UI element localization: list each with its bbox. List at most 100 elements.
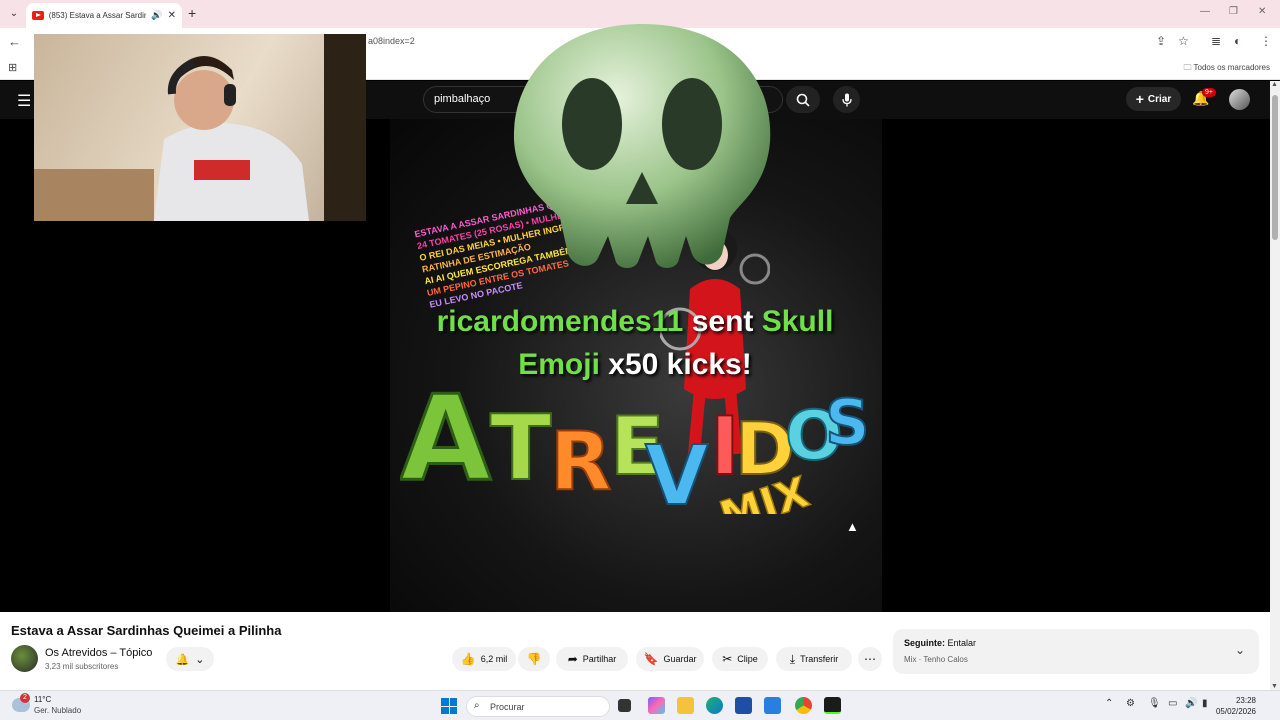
- task-view-icon[interactable]: [618, 699, 631, 712]
- download-icon: ⤓: [789, 651, 796, 666]
- menu-dots-icon[interactable]: ⋮: [1260, 34, 1272, 48]
- tray-mic-icon[interactable]: 🎙: [1148, 698, 1161, 709]
- like-button[interactable]: 👍 6,2 mil: [452, 647, 516, 671]
- microphone-button[interactable]: [833, 86, 860, 113]
- microphone-icon: [841, 93, 852, 107]
- taskbar-search-placeholder: Procurar: [490, 702, 525, 712]
- svg-text:R: R: [550, 415, 612, 508]
- maximize-icon[interactable]: ❐: [1229, 6, 1238, 17]
- chrome-icon[interactable]: [795, 697, 812, 714]
- copilot-icon[interactable]: [648, 697, 665, 714]
- speaker-icon[interactable]: 🔊: [151, 10, 162, 21]
- clip-label: Clipe: [737, 654, 758, 664]
- youtube-favicon-icon: [32, 11, 44, 20]
- file-explorer-icon[interactable]: [677, 697, 694, 714]
- taskbar-search-input[interactable]: ⌕ Procurar: [466, 696, 610, 717]
- more-dots-icon: ⋯: [864, 652, 876, 666]
- download-button[interactable]: ⤓ Transferir: [776, 647, 852, 671]
- screen: ⌄ (853) Estava a Assar Sardinha 🔊 ✕ + — …: [0, 0, 1280, 720]
- alert-item: Skull: [761, 305, 834, 338]
- clip-button[interactable]: ✂ Clipe: [712, 647, 768, 671]
- tab-title: (853) Estava a Assar Sardinha: [48, 11, 147, 20]
- kick-app-icon[interactable]: [824, 697, 841, 714]
- search-button[interactable]: [786, 86, 820, 113]
- share-icon: ➦: [567, 652, 578, 666]
- page-scrollbar[interactable]: ▲ ▼: [1270, 81, 1280, 690]
- create-label: Criar: [1147, 93, 1172, 105]
- store-icon[interactable]: [735, 697, 752, 714]
- install-app-icon[interactable]: ⇪: [1156, 34, 1166, 48]
- scrollbar-thumb[interactable]: [1272, 95, 1278, 240]
- close-tab-icon[interactable]: ✕: [168, 10, 176, 21]
- create-button[interactable]: + Criar: [1126, 87, 1181, 111]
- weather-condition: Ger. Nublado: [34, 706, 82, 715]
- alert-sent: sent: [691, 305, 754, 338]
- system-clock[interactable]: 23:28 05/02/2026: [1216, 695, 1256, 717]
- tray-overflow-icon[interactable]: ⌃: [1105, 698, 1113, 709]
- up-next-label: Seguinte: Entalar: [904, 638, 976, 648]
- alert-multiplier: x50: [608, 348, 659, 381]
- back-arrow-icon[interactable]: ←: [8, 34, 21, 49]
- scroll-up-icon[interactable]: ▲: [1271, 81, 1278, 88]
- scroll-down-icon[interactable]: ▼: [1271, 683, 1278, 690]
- mail-icon[interactable]: [764, 697, 781, 714]
- scissors-icon: ✂: [722, 652, 733, 666]
- chevron-down-icon: ⌄: [195, 653, 205, 666]
- up-next-panel[interactable]: Seguinte: Entalar Mix · Tenho Calos ⌄: [893, 629, 1259, 674]
- weather-temp: 11°C: [34, 695, 52, 704]
- tray-battery-icon[interactable]: ▮: [1202, 698, 1208, 709]
- webcam-overlay: [34, 34, 366, 221]
- up-next-prefix: Seguinte:: [904, 638, 946, 648]
- tray-volume-icon[interactable]: 🔊: [1185, 698, 1197, 709]
- new-tab-icon[interactable]: +: [188, 5, 196, 21]
- start-windows-icon[interactable]: [441, 698, 457, 714]
- all-bookmarks[interactable]: 🗀 Todos os marcadores: [1183, 62, 1270, 76]
- thumbs-down-icon: 👎: [526, 652, 542, 666]
- tray-display-icon[interactable]: ▭: [1168, 698, 1177, 709]
- hamburger-menu-icon[interactable]: ☰: [17, 91, 31, 111]
- alert-username: ricardomendes11: [436, 305, 684, 338]
- weather-badge: 2: [20, 693, 30, 703]
- apps-grid-icon[interactable]: ⊞: [8, 61, 17, 74]
- minimize-icon[interactable]: —: [1200, 6, 1210, 17]
- dislike-button[interactable]: 👎: [518, 647, 550, 671]
- tray-app-icon[interactable]: ⚙: [1126, 698, 1135, 709]
- share-label: Partilhar: [582, 654, 617, 664]
- video-title: Estava a Assar Sardinhas Queimei a Pilin…: [11, 623, 282, 638]
- notification-badge: 9+: [1202, 88, 1216, 97]
- profile-icon[interactable]: ◐: [1234, 34, 1241, 48]
- subscribe-bell-button[interactable]: 🔔 ⌄: [166, 647, 214, 671]
- alert-item-2: Emoji: [518, 348, 600, 381]
- more-actions-button[interactable]: ⋯: [858, 647, 882, 671]
- bell-icon: 🔔: [175, 653, 190, 666]
- alert-tail: kicks!: [666, 348, 752, 381]
- clock-time: 23:28: [1235, 696, 1256, 705]
- address-bar[interactable]: a08index=2: [368, 36, 415, 46]
- search-icon: ⌕: [474, 700, 480, 711]
- thumbs-up-icon: 👍: [460, 652, 476, 666]
- svg-text:A: A: [400, 369, 491, 507]
- stream-alert-line-2: Emoji x50 kicks!: [0, 348, 1270, 382]
- video-details: Estava a Assar Sardinhas Queimei a Pilin…: [0, 612, 1270, 690]
- account-avatar[interactable]: [1229, 89, 1250, 110]
- tab-search-icon[interactable]: ⌄: [6, 6, 22, 22]
- close-window-icon[interactable]: ✕: [1258, 6, 1266, 17]
- mouse-cursor-icon: ▲: [846, 519, 859, 534]
- browser-tab[interactable]: (853) Estava a Assar Sardinha 🔊 ✕: [26, 3, 182, 28]
- atrevidos-logo: A T R E V I D O S MIX: [400, 368, 870, 515]
- up-next-title: Entalar: [947, 638, 977, 648]
- channel-avatar[interactable]: [11, 645, 38, 672]
- save-button[interactable]: 🔖 Guardar: [636, 647, 704, 671]
- like-count: 6,2 mil: [480, 654, 508, 664]
- svg-text:V: V: [645, 429, 709, 514]
- search-value: pimbalhaço: [434, 93, 491, 105]
- chevron-down-icon[interactable]: ⌄: [1235, 643, 1245, 657]
- skull-emoji-icon: [513, 24, 771, 268]
- reading-list-icon[interactable]: ≣: [1211, 34, 1221, 48]
- up-next-subtitle: Mix · Tenho Calos: [904, 655, 968, 664]
- windows-taskbar: 2 11°C Ger. Nublado ⌕ Procurar ⌃ ⚙ 🎙 ▭ 🔊…: [0, 690, 1280, 720]
- share-button[interactable]: ➦ Partilhar: [556, 647, 628, 671]
- edge-browser-icon[interactable]: [706, 697, 723, 714]
- channel-name[interactable]: Os Atrevidos – Tópico: [45, 647, 152, 659]
- bookmark-star-icon[interactable]: ☆: [1178, 34, 1189, 48]
